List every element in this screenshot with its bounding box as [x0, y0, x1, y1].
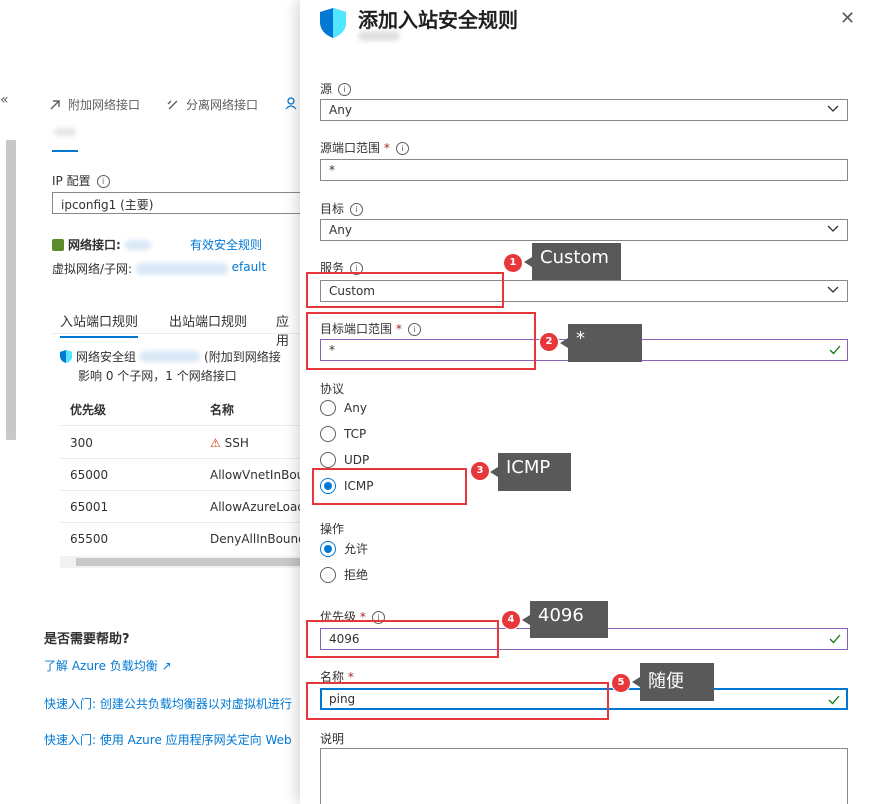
action-radio-deny[interactable]: 拒绝 — [320, 566, 368, 583]
chevron-down-icon — [827, 105, 839, 112]
detach-icon — [167, 100, 178, 109]
checkmark-icon — [828, 695, 840, 705]
affect-text: 影响 0 个子网，1 个网络接口 — [78, 369, 237, 383]
ip-config-label: IP 配置 i — [52, 172, 110, 189]
table-cell-priority: 300 — [70, 436, 93, 450]
radio-circle[interactable] — [320, 400, 336, 416]
tab-outbound[interactable]: 出站端口规则 — [169, 311, 247, 330]
protocol-radio-udp[interactable]: UDP — [320, 452, 369, 468]
action-radio-allow[interactable]: 允许 — [320, 540, 368, 557]
row-divider — [60, 490, 300, 491]
callout-priority: 4096 — [522, 601, 608, 638]
row-divider — [60, 522, 300, 523]
col-priority-header[interactable]: 优先级 — [70, 401, 106, 418]
description-label: 说明 — [320, 732, 345, 746]
table-cell-name[interactable]: ⚠ SSH — [210, 436, 249, 450]
help-link-quickstart-appgw[interactable]: 快速入门: 使用 Azure 应用程序网关定向 Web — [44, 731, 292, 748]
chevron-down-icon — [827, 225, 839, 232]
table-cell-name[interactable]: AllowVnetInBou — [210, 468, 300, 482]
table-cell-priority: 65000 — [70, 468, 109, 482]
step-badge: 4 — [501, 610, 521, 630]
tab-divider — [52, 333, 300, 334]
row-divider — [60, 458, 300, 459]
table-cell-priority: 65001 — [70, 500, 109, 514]
shield-icon — [320, 8, 346, 38]
help-title: 是否需要帮助? — [44, 632, 130, 647]
table-cell-priority: 65500 — [70, 532, 109, 546]
effective-rules-link[interactable]: 有效安全规则 — [190, 236, 262, 253]
source-label: 源i — [320, 80, 352, 97]
scrollbar-thumb[interactable] — [76, 558, 300, 566]
redacted-text — [140, 351, 201, 362]
info-icon: i — [338, 83, 352, 96]
redacted-subtitle — [358, 30, 404, 41]
highlight-box-priority — [306, 620, 499, 658]
collapse-icon[interactable]: « — [0, 92, 9, 108]
attach-nic-button[interactable]: 附加网络接口 — [48, 96, 140, 113]
info-icon: i — [395, 142, 409, 155]
nic-icon — [52, 238, 64, 251]
source-port-input[interactable]: * — [320, 159, 848, 181]
row-divider — [60, 425, 300, 426]
help-link-quickstart-lb[interactable]: 快速入门: 创建公共负载均衡器以对虚拟机进行 — [44, 695, 292, 712]
highlight-box-dest-port — [306, 312, 536, 370]
radio-circle[interactable] — [320, 566, 336, 583]
step-badge: 5 — [611, 673, 631, 693]
step-badge: 1 — [503, 253, 523, 273]
col-name-header[interactable]: 名称 — [210, 401, 234, 418]
description-textarea[interactable] — [320, 748, 848, 804]
subnet-link[interactable]: default — [232, 260, 266, 274]
detach-nic-button[interactable]: 分离网络接口 — [166, 96, 258, 113]
ip-config-select[interactable]: ipconfig1 (主要) — [52, 192, 300, 214]
callout-service: Custom — [524, 243, 621, 280]
shield-icon — [60, 350, 72, 363]
close-icon[interactable]: ✕ — [840, 8, 855, 29]
nsg-row: 网络安全组 (附加到网络接 — [60, 348, 281, 365]
attach-icon — [50, 99, 60, 109]
warning-icon: ⚠ — [210, 436, 221, 450]
step-badge: 3 — [470, 461, 490, 481]
step-badge: 2 — [539, 332, 559, 352]
redacted-nic-name — [54, 128, 76, 136]
selected-nic-indicator — [52, 150, 78, 152]
checkmark-icon — [829, 634, 841, 644]
callout-name: 随便 — [632, 663, 714, 701]
table-cell-name[interactable]: AllowAzureLoad — [210, 500, 300, 514]
background-page: « 附加网络接口 分离网络接口 IP 配置 i ipconfig1 (主要) 网络… — [0, 0, 300, 804]
info-icon: i — [350, 203, 364, 216]
info-icon: i — [96, 175, 110, 188]
action-label: 操作 — [320, 522, 345, 536]
redacted-text — [135, 263, 228, 275]
highlight-box-protocol — [312, 468, 467, 505]
vertical-scrollbar[interactable] — [6, 140, 16, 440]
protocol-radio-tcp[interactable]: TCP — [320, 426, 366, 442]
vnet-row: 虚拟网络/子网: — [52, 260, 228, 277]
tab-application[interactable]: 应用 — [276, 311, 300, 349]
table-cell-name[interactable]: DenyAllInBound — [210, 532, 300, 546]
checkmark-icon — [829, 345, 841, 355]
protocol-radio-any[interactable]: Any — [320, 400, 367, 416]
source-select[interactable]: Any — [320, 99, 848, 121]
user-icon[interactable] — [284, 96, 298, 110]
panel-title: 添加入站安全规则 — [358, 8, 518, 32]
chevron-down-icon — [827, 286, 839, 293]
radio-circle[interactable] — [320, 452, 336, 468]
source-port-label: 源端口范围 * i — [320, 139, 409, 156]
destination-select[interactable]: Any — [320, 219, 848, 241]
callout-dest-port: * — [560, 324, 642, 362]
callout-protocol: ICMP — [490, 453, 571, 491]
radio-circle[interactable] — [320, 426, 336, 442]
radio-circle-selected[interactable] — [320, 540, 336, 557]
highlight-box-name — [306, 682, 609, 720]
redacted-text — [124, 239, 151, 250]
destination-label: 目标 i — [320, 200, 364, 217]
help-link-load-balancing[interactable]: 了解 Azure 负载均衡 ↗ — [44, 657, 172, 674]
nic-row: 网络接口: — [52, 236, 151, 253]
protocol-label: 协议 — [320, 382, 345, 396]
highlight-box-service — [306, 272, 504, 308]
